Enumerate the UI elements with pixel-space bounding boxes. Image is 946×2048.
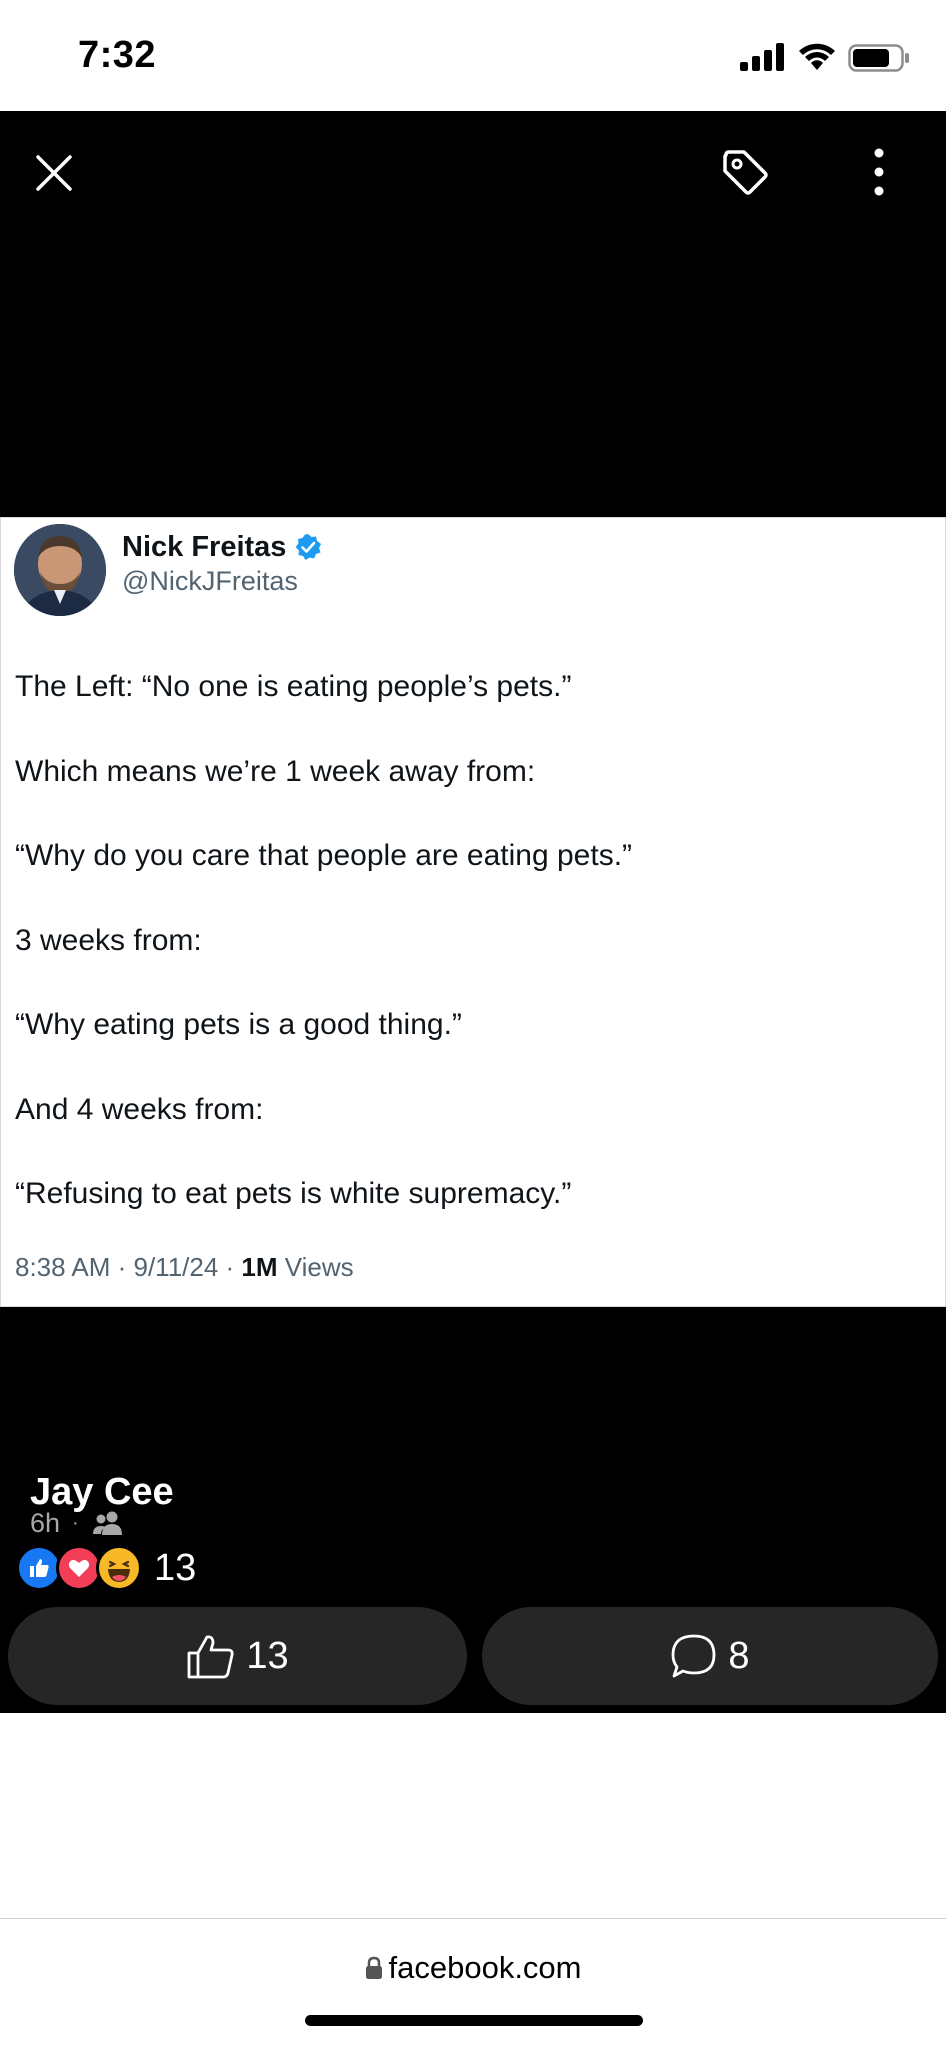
tweet-line: And 4 weeks from: xyxy=(15,1092,264,1126)
like-count: 13 xyxy=(246,1634,289,1677)
meta-separator: · xyxy=(72,1511,79,1534)
tweet-author-row: Nick Freitas xyxy=(122,528,322,566)
like-button[interactable]: 13 xyxy=(8,1607,467,1705)
tweet-author-handle: @NickJFreitas xyxy=(122,566,298,596)
comment-button[interactable]: 8 xyxy=(482,1607,938,1705)
wifi-icon xyxy=(799,43,835,70)
tweet-timestamp: 8:38 AM · 9/11/24 · xyxy=(15,1252,242,1282)
tweet-views-label: Views xyxy=(277,1252,354,1282)
tweet-line: “Why do you care that people are eating … xyxy=(15,839,633,872)
more-icon[interactable] xyxy=(858,145,900,199)
tweet-line: 3 weeks from: xyxy=(15,923,202,957)
battery-icon xyxy=(848,44,909,72)
tweet-line: “Refusing to eat pets is white supremacy… xyxy=(15,1177,572,1210)
verified-icon xyxy=(295,534,322,560)
photo-viewer: Nick Freitas @NickJFreitas The Left: “No… xyxy=(0,111,946,1713)
tweet-line: Which means we’re 1 week away from: xyxy=(15,754,536,788)
tweet-body: The Left: “No one is eating people’s pet… xyxy=(15,668,935,1260)
friends-icon xyxy=(92,1511,122,1535)
tweet-line: The Left: “No one is eating people’s pet… xyxy=(15,670,572,703)
signal-icon xyxy=(740,43,784,71)
url-text: facebook.com xyxy=(388,1950,582,1985)
divider xyxy=(0,1918,946,1919)
status-time: 7:32 xyxy=(78,34,157,76)
tweet-author-name: Nick Freitas xyxy=(122,530,287,563)
address-bar[interactable]: facebook.com xyxy=(0,1948,946,1988)
tweet-views-count: 1M xyxy=(241,1252,278,1282)
tweet-screenshot: Nick Freitas @NickJFreitas The Left: “No… xyxy=(0,517,946,1307)
tweet-meta: 8:38 AM · 9/11/24 · 1M Views xyxy=(15,1252,354,1283)
tag-icon[interactable] xyxy=(718,145,772,199)
comment-count: 8 xyxy=(728,1634,750,1677)
reaction-count: 13 xyxy=(154,1546,197,1589)
post-meta: 6h · xyxy=(30,1503,125,1543)
lock-icon xyxy=(365,1956,382,1979)
close-icon[interactable] xyxy=(28,147,80,199)
tweet-line: “Why eating pets is a good thing.” xyxy=(15,1008,462,1041)
reactions-summary[interactable]: 13 xyxy=(16,1544,196,1592)
status-bar: 7:32 xyxy=(0,0,946,111)
home-indicator[interactable] xyxy=(305,2015,643,2026)
thumbs-up-icon xyxy=(187,1635,234,1679)
haha-reaction-icon xyxy=(96,1545,142,1591)
post-age: 6h xyxy=(30,1507,61,1538)
avatar xyxy=(14,524,106,616)
comment-icon xyxy=(672,1634,716,1678)
